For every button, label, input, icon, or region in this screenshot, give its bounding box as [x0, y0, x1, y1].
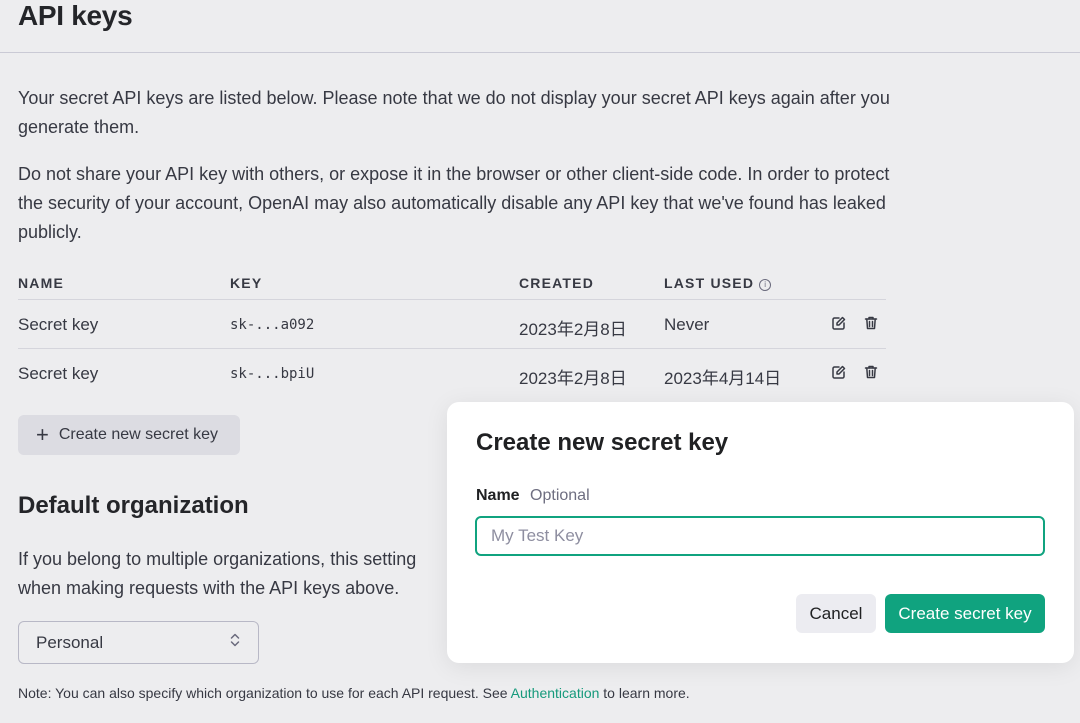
- name-field-label: Name Optional: [476, 487, 590, 505]
- optional-label: Optional: [530, 487, 590, 504]
- dialog-title: Create new secret key: [476, 429, 729, 456]
- cancel-button[interactable]: Cancel: [796, 594, 876, 633]
- create-secret-key-dialog: Create new secret key Name Optional Canc…: [447, 402, 1074, 663]
- name-label: Name: [476, 487, 520, 504]
- key-name-input[interactable]: [475, 516, 1045, 556]
- create-secret-key-button[interactable]: Create secret key: [885, 594, 1045, 633]
